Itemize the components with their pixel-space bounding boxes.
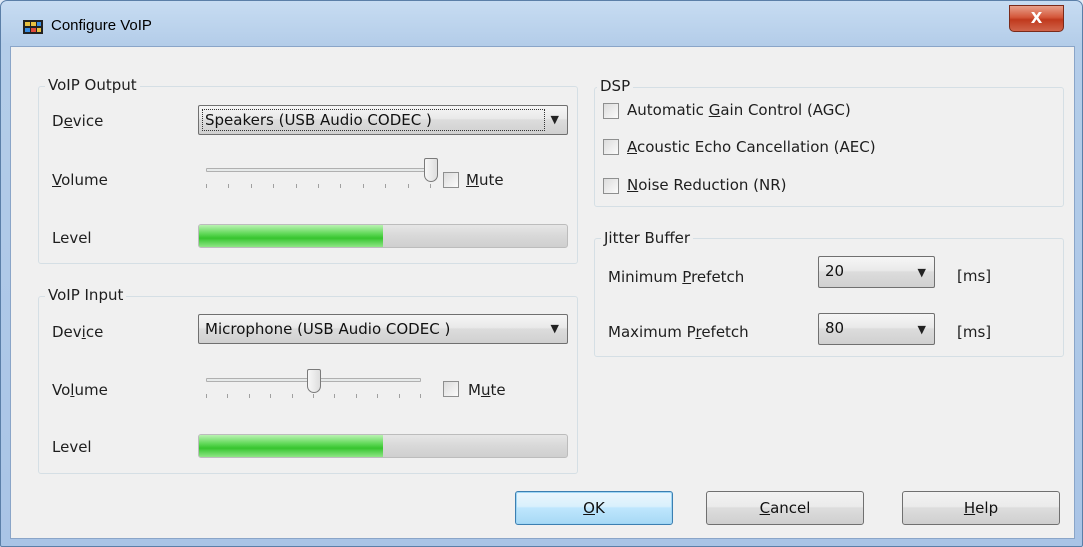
slider-tick: [340, 184, 341, 188]
min-prefetch-value: 20: [825, 262, 845, 280]
input-level-label: Level: [52, 438, 92, 456]
voip-output-group-label: VoIP Output: [45, 76, 140, 94]
output-volume-ticks: [206, 184, 431, 190]
slider-tick: [249, 394, 250, 398]
slider-tick: [399, 394, 400, 398]
nr-label[interactable]: Noise Reduction (NR): [627, 176, 787, 194]
configure-voip-dialog: Configure VoIP X VoIP Output Device Spea…: [0, 0, 1083, 547]
chevron-down-icon: ▼: [917, 266, 926, 279]
max-prefetch-value: 80: [825, 319, 845, 337]
output-device-select[interactable]: Speakers (USB Audio CODEC ) ▼: [198, 105, 568, 135]
input-volume-label: Volume: [52, 381, 108, 399]
input-mute-checkbox[interactable]: [443, 381, 459, 397]
output-device-value: Speakers (USB Audio CODEC ): [205, 111, 432, 129]
slider-tick: [296, 184, 297, 188]
slider-tick: [313, 394, 314, 398]
output-mute-label[interactable]: Mute: [466, 171, 504, 189]
dsp-group-label: DSP: [597, 77, 634, 95]
agc-label[interactable]: Automatic Gain Control (AGC): [627, 101, 851, 119]
max-prefetch-label: Maximum Prefetch: [608, 323, 749, 341]
slider-tick: [408, 184, 409, 188]
slider-tick: [273, 184, 274, 188]
input-mute-label[interactable]: Mute: [468, 381, 506, 399]
slider-tick: [318, 184, 319, 188]
nr-checkbox[interactable]: [603, 178, 619, 194]
chevron-down-icon: ▼: [917, 323, 926, 336]
aec-checkbox[interactable]: [603, 139, 619, 155]
ok-button[interactable]: OK: [515, 491, 673, 525]
slider-tick: [292, 394, 293, 398]
input-volume-ticks: [206, 394, 421, 400]
slider-tick: [385, 184, 386, 188]
output-volume-label: Volume: [52, 171, 108, 189]
slider-tick: [430, 184, 431, 188]
input-device-label: Device: [52, 323, 104, 341]
output-level-fill: [199, 225, 383, 247]
slider-tick: [251, 184, 252, 188]
input-level-meter: [198, 434, 568, 458]
min-prefetch-label: Minimum Prefetch: [608, 268, 745, 286]
slider-tick: [206, 184, 207, 188]
slider-tick: [420, 394, 421, 398]
input-level-fill: [199, 435, 383, 457]
output-volume-thumb[interactable]: [424, 158, 438, 182]
output-device-label: Device: [52, 112, 104, 130]
help-button[interactable]: Help: [902, 491, 1060, 525]
chevron-down-icon: ▼: [550, 113, 559, 126]
title-bar[interactable]: Configure VoIP X: [1, 1, 1082, 45]
min-prefetch-select[interactable]: 20 ▼: [818, 256, 935, 288]
dialog-client-area: VoIP Output Device Speakers (USB Audio C…: [10, 46, 1075, 539]
slider-tick: [334, 394, 335, 398]
min-prefetch-unit: [ms]: [957, 267, 992, 285]
voip-app-icon: [23, 20, 43, 34]
chevron-down-icon: ▼: [550, 322, 559, 335]
input-device-value: Microphone (USB Audio CODEC ): [205, 320, 451, 338]
agc-checkbox[interactable]: [603, 103, 619, 119]
max-prefetch-select[interactable]: 80 ▼: [818, 313, 935, 345]
output-volume-track[interactable]: [206, 168, 431, 172]
slider-tick: [228, 184, 229, 188]
output-mute-checkbox[interactable]: [443, 172, 459, 188]
window-title: Configure VoIP: [51, 17, 152, 34]
slider-tick: [206, 394, 207, 398]
close-icon: X: [1030, 9, 1043, 27]
slider-tick: [270, 394, 271, 398]
output-level-label: Level: [52, 229, 92, 247]
input-volume-thumb[interactable]: [307, 369, 321, 393]
cancel-button[interactable]: Cancel: [706, 491, 864, 525]
aec-label[interactable]: Acoustic Echo Cancellation (AEC): [627, 138, 876, 156]
output-level-meter: [198, 224, 568, 248]
slider-tick: [356, 394, 357, 398]
voip-input-group-label: VoIP Input: [45, 286, 127, 304]
max-prefetch-unit: [ms]: [957, 323, 992, 341]
slider-tick: [363, 184, 364, 188]
slider-tick: [227, 394, 228, 398]
jitter-buffer-group-label: Jitter Buffer: [601, 229, 694, 247]
input-device-select[interactable]: Microphone (USB Audio CODEC ) ▼: [198, 314, 568, 344]
close-button[interactable]: X: [1009, 5, 1064, 32]
slider-tick: [377, 394, 378, 398]
